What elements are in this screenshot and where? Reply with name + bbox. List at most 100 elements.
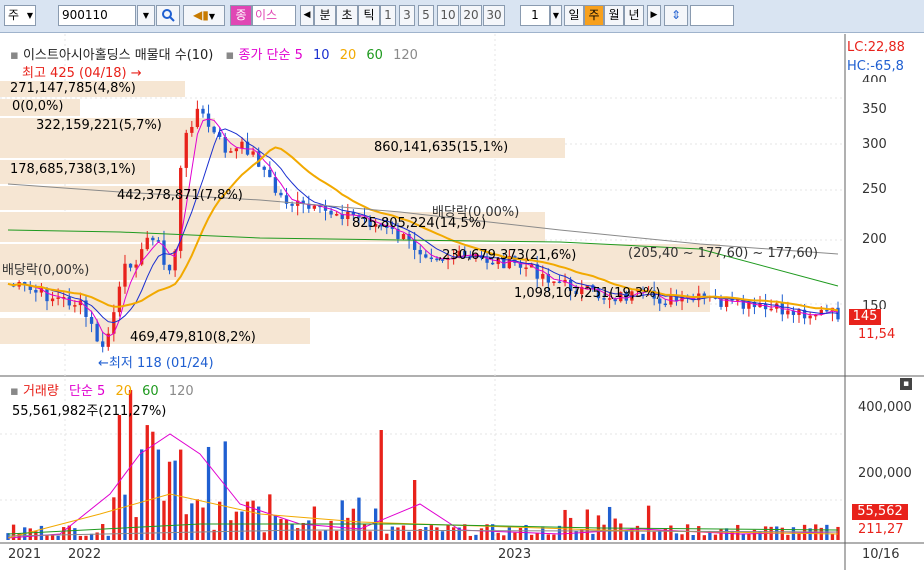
candle-body	[524, 267, 528, 270]
period-day[interactable]: 일	[564, 5, 584, 26]
volume-bar	[468, 535, 473, 540]
volume-bar	[435, 527, 439, 540]
volume-bar	[496, 532, 500, 540]
ma10-legend: 10	[313, 48, 330, 63]
prev-button[interactable]: ◀	[300, 5, 314, 26]
volume-bar	[440, 531, 445, 540]
candle-body	[329, 210, 333, 215]
x-label-2023: 2023	[498, 547, 532, 562]
volume-bar	[268, 494, 272, 540]
current-volume-badge: 55,562	[852, 504, 908, 520]
interval-tick[interactable]: 틱	[358, 5, 380, 26]
candle-body	[206, 113, 211, 127]
num-button-20[interactable]: 20	[460, 5, 482, 26]
volume-bar	[262, 532, 266, 540]
num-button-30[interactable]: 30	[483, 5, 505, 26]
period-year[interactable]: 년	[624, 5, 644, 26]
period-week[interactable]: 주	[584, 5, 604, 26]
dividend-annotation-1: 배당락(0,00%)	[2, 263, 90, 278]
volume-bar	[240, 511, 244, 540]
candle-body	[151, 237, 155, 241]
candle-body	[490, 262, 495, 265]
ma20-legend: 20	[339, 48, 357, 63]
market-select[interactable]: 주 ▼	[4, 5, 36, 26]
candle-body	[312, 205, 317, 209]
candle-body	[56, 297, 60, 299]
volume-bar	[407, 531, 411, 540]
chevron-down-icon: ▼	[26, 11, 33, 20]
volume-bar	[279, 518, 283, 540]
volume-bar	[697, 526, 701, 540]
volume-bar	[390, 526, 395, 540]
arrow-right-icon: →	[126, 66, 142, 81]
volume-bar	[641, 533, 645, 540]
candle-body	[268, 169, 272, 178]
volume-bar	[529, 534, 534, 540]
volume-bar	[674, 533, 679, 540]
num-button-5[interactable]: 5	[418, 5, 434, 26]
interval-second[interactable]: 초	[336, 5, 358, 26]
volume-bar	[401, 525, 406, 540]
vp-label-5: 178,685,738(3,1%)	[10, 162, 136, 177]
ma120-legend: 120	[393, 48, 418, 63]
low-annotation: ←최저 118 (01/24)	[98, 352, 214, 371]
num-label: 30	[486, 8, 502, 22]
price-volume-chart[interactable]	[0, 34, 924, 570]
extra-input[interactable]	[690, 5, 734, 26]
interval-minute[interactable]: 분	[314, 5, 336, 26]
count-dropdown[interactable]: ▼	[550, 5, 562, 26]
count-select[interactable]: 1	[520, 5, 550, 26]
stock-code-input[interactable]: 900110	[58, 5, 136, 26]
up-down-arrow-icon: ⇕	[670, 8, 682, 22]
interval-label: 초	[341, 8, 353, 22]
volume-bar	[78, 535, 83, 540]
sound-button[interactable]: ◀▮▼	[183, 5, 225, 26]
candle-body	[223, 136, 227, 153]
volume-bar	[669, 525, 673, 540]
vp-label-2: 0(0,0%)	[12, 99, 64, 114]
volume-panel-title: 거래량	[22, 384, 59, 399]
y-tick-150: 150	[862, 299, 887, 309]
num-button-10[interactable]: 10	[437, 5, 459, 26]
volume-bar	[747, 533, 751, 540]
y-tick-300: 300	[862, 137, 887, 152]
volume-bar	[513, 532, 517, 540]
volume-bar	[273, 515, 278, 540]
volume-bar	[56, 535, 60, 540]
volume-bar	[39, 525, 44, 540]
next-button[interactable]: ▶	[647, 5, 661, 26]
maximize-icon[interactable]: ▪	[900, 378, 912, 390]
volume-bar	[658, 531, 662, 540]
stock-name-field[interactable]: 이스	[252, 5, 296, 26]
candle-body	[808, 315, 812, 319]
volume-bar	[195, 499, 200, 540]
code-dropdown-button[interactable]: ▼	[137, 5, 155, 26]
ma-label: 종가 단순	[238, 48, 291, 63]
market-select-value: 주	[8, 8, 20, 22]
volume-bar	[218, 501, 222, 540]
x-label-date: 10/16	[862, 547, 900, 562]
volume-bar	[251, 500, 255, 540]
volume-bar	[234, 511, 239, 540]
search-button[interactable]	[156, 5, 180, 26]
y-tick-200: 200	[862, 232, 887, 247]
volume-bar	[140, 449, 144, 540]
num-label: 1	[384, 8, 392, 22]
volume-bar	[184, 514, 188, 540]
volume-bar	[412, 480, 417, 540]
num-button-1[interactable]: 1	[380, 5, 396, 26]
volume-bar	[713, 534, 718, 540]
num-button-3[interactable]: 3	[399, 5, 415, 26]
volume-bar	[73, 528, 77, 540]
period-month[interactable]: 월	[604, 5, 624, 26]
period-label: 월	[608, 8, 620, 22]
period-label: 주	[588, 8, 600, 22]
scroll-toggle-button[interactable]: ⇕	[664, 5, 688, 26]
vol-ma60-legend: 60	[142, 384, 159, 399]
vol-ma120-legend: 120	[168, 384, 194, 399]
speaker-icon: ◀▮	[193, 8, 209, 22]
volume-bar	[62, 527, 66, 540]
chart-area[interactable]: ▪ 이스트아시아홀딩스 매물대 수(10) ▪ 종가 단순 5 10 20 60…	[0, 34, 924, 570]
candle-body	[101, 341, 105, 347]
candle-body	[162, 240, 166, 265]
